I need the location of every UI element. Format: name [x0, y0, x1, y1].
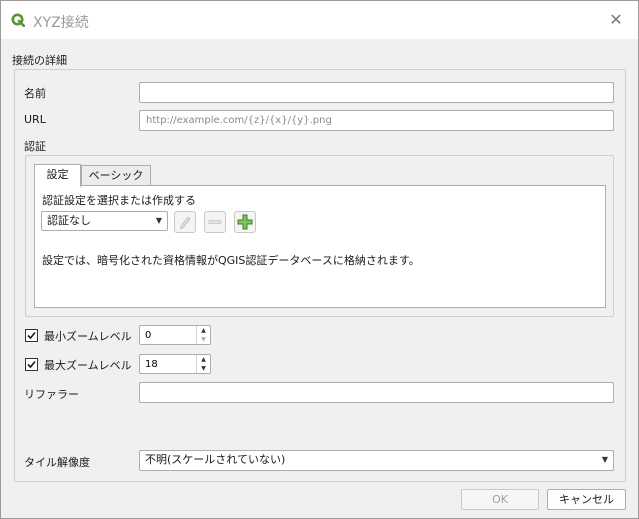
connection-details-heading: 接続の詳細: [12, 54, 67, 67]
window-title: XYZ接続: [33, 15, 89, 31]
spin-down-icon[interactable]: ▼: [197, 335, 210, 344]
spin-arrows: ▲ ▼: [196, 355, 210, 373]
url-input[interactable]: [139, 110, 614, 131]
name-label: 名前: [24, 87, 46, 100]
minus-icon: [208, 220, 222, 224]
auth-label: 認証: [24, 140, 46, 153]
spin-arrows: ▲ ▼: [196, 326, 210, 344]
min-zoom-checkbox[interactable]: [25, 329, 38, 342]
name-input[interactable]: [139, 82, 614, 103]
max-zoom-label: 最大ズームレベル: [44, 359, 132, 372]
checkmark-icon: [27, 331, 36, 340]
xyz-connection-dialog: XYZ接続 ✕ 接続の詳細 名前 URL 認証 設定 ベーシック 認証設定を選択…: [0, 0, 639, 519]
spin-up-icon[interactable]: ▲: [197, 326, 210, 335]
min-zoom-spinbox[interactable]: ▲ ▼: [139, 325, 211, 345]
auth-select-label: 認証設定を選択または作成する: [42, 194, 196, 207]
auth-info-text: 設定では、暗号化された資格情報がQGIS認証データベースに格納されます。: [42, 254, 420, 267]
tab-settings[interactable]: 設定: [34, 164, 81, 187]
add-auth-button[interactable]: [234, 211, 256, 233]
referer-label: リファラー: [24, 388, 79, 401]
pencil-icon: [179, 216, 191, 230]
auth-tab-panel: 認証設定を選択または作成する 認証なし ▼ 設定では、暗号化された資格情報がQG…: [34, 185, 606, 308]
plus-icon: [237, 214, 253, 230]
spin-up-icon[interactable]: ▲: [197, 355, 210, 364]
checkmark-icon: [27, 360, 36, 369]
auth-config-selected: 認証なし: [47, 214, 91, 227]
spin-down-icon[interactable]: ▼: [197, 364, 210, 373]
close-icon[interactable]: ✕: [606, 10, 626, 30]
tile-resolution-select[interactable]: 不明(スケールされていない) ▼: [139, 450, 614, 471]
tile-resolution-label: タイル解像度: [24, 456, 90, 469]
remove-auth-button[interactable]: [204, 211, 226, 233]
cancel-button[interactable]: キャンセル: [547, 489, 626, 510]
tile-resolution-selected: 不明(スケールされていない): [145, 453, 286, 466]
ok-button[interactable]: OK: [461, 489, 539, 510]
max-zoom-spinbox[interactable]: ▲ ▼: [139, 354, 211, 374]
chevron-down-icon: ▼: [601, 455, 608, 464]
tab-basic[interactable]: ベーシック: [81, 165, 151, 187]
url-label: URL: [24, 113, 46, 126]
max-zoom-checkbox[interactable]: [25, 358, 38, 371]
title-bar: XYZ接続 ✕: [1, 1, 638, 39]
chevron-down-icon: ▼: [155, 216, 162, 225]
auth-config-select[interactable]: 認証なし ▼: [41, 211, 168, 231]
edit-auth-button[interactable]: [174, 211, 196, 233]
qgis-logo-icon: [11, 13, 25, 27]
min-zoom-label: 最小ズームレベル: [44, 330, 132, 343]
referer-input[interactable]: [139, 382, 614, 403]
